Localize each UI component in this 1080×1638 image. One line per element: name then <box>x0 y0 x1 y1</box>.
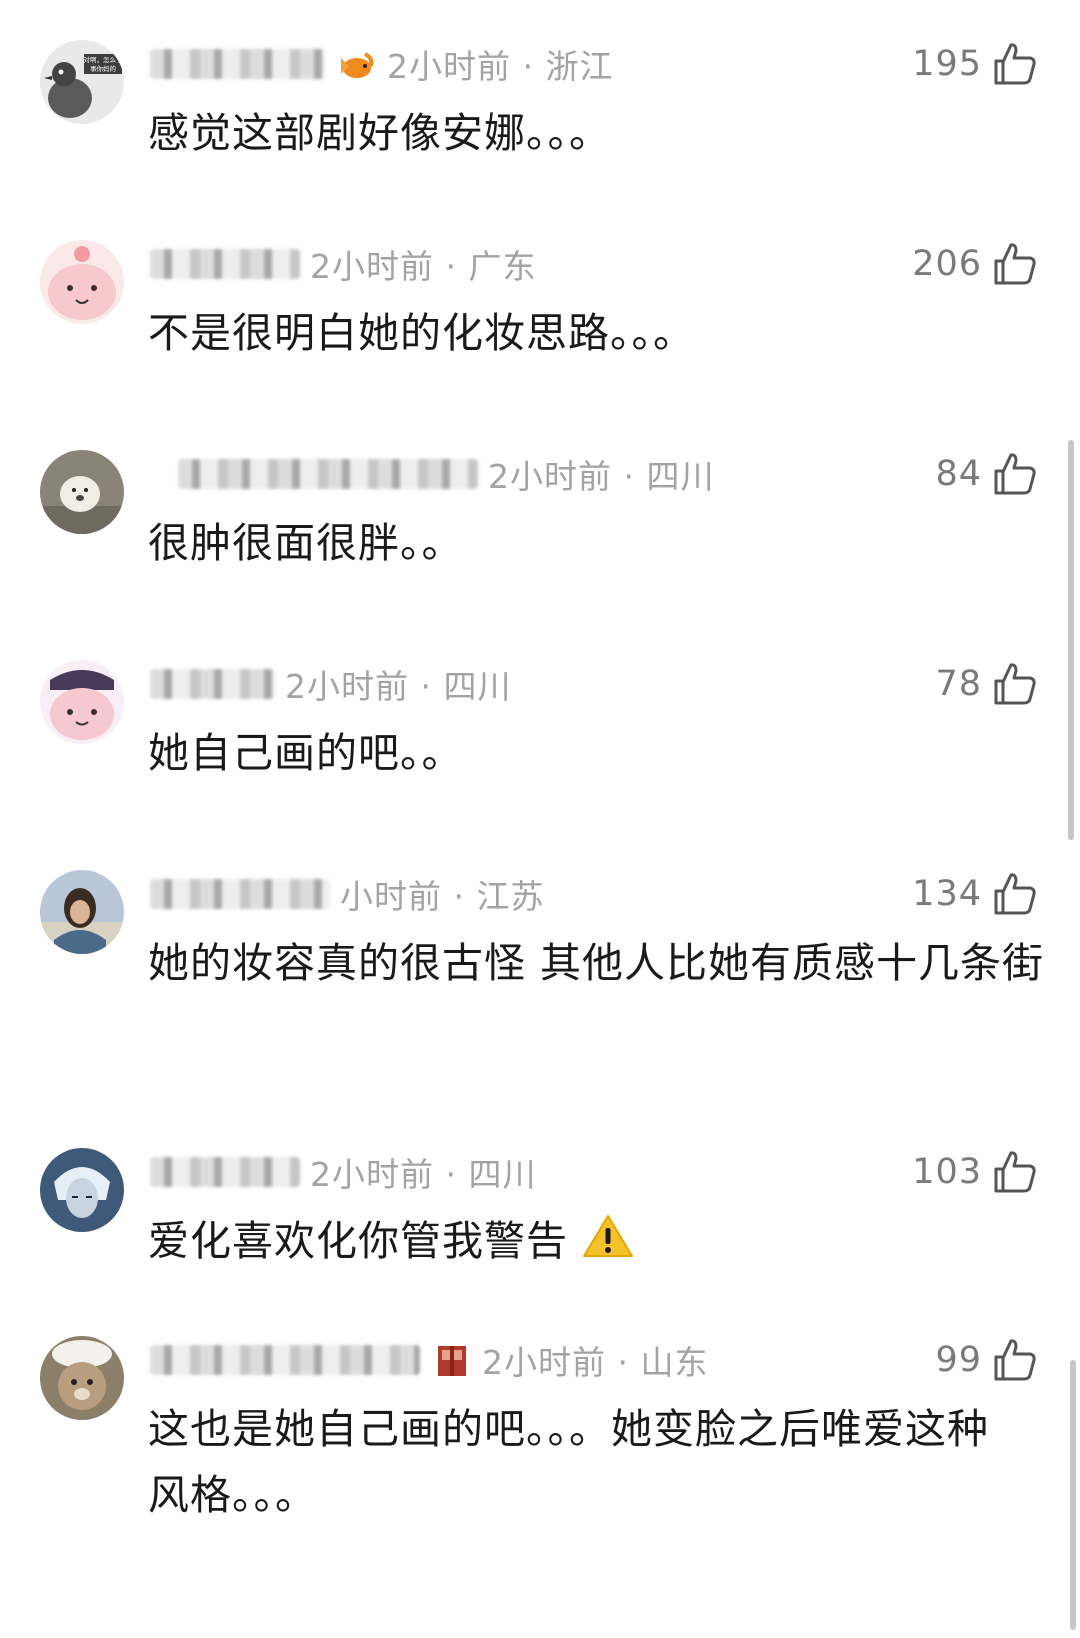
svg-text:事你妈的: 事你妈的 <box>90 64 117 73</box>
thumbs-up-icon <box>994 1339 1036 1381</box>
comment-meta: 2小时前 · 浙江 <box>150 42 613 86</box>
comment-text: 不是很明白她的化妆思路。。。 <box>148 309 695 357</box>
username-blurred[interactable] <box>178 459 478 489</box>
avatar-caption-text: 对啊，怎么了 <box>84 55 123 64</box>
bear-plush-avatar-icon[interactable] <box>40 1336 124 1420</box>
comment-time-location: 小时前 · 江苏 <box>340 877 545 916</box>
thumbs-up-icon <box>994 1151 1036 1193</box>
goldfish-badge-icon <box>335 44 379 84</box>
comment-list: 对啊，怎么了 事你妈的 2小时前 · 浙江 195 感觉这部剧好像安娜。。。 2… <box>0 0 1080 1638</box>
person-photo-avatar-icon[interactable] <box>40 870 124 954</box>
like-button[interactable]: 99 <box>935 1336 1038 1384</box>
comment-text: 爱化喜欢化你管我警告 <box>148 1208 1048 1274</box>
like-count: 84 <box>935 454 982 494</box>
like-count: 195 <box>912 44 982 84</box>
comment-time-location: 2小时前 · 山东 <box>482 1343 709 1382</box>
like-button[interactable]: 134 <box>912 870 1038 918</box>
comment-meta: 2小时前 · 四川 <box>150 662 511 706</box>
thumbs-up-icon <box>994 873 1036 915</box>
comment-text: 她自己画的吧。。 <box>148 729 464 777</box>
username-blurred[interactable] <box>150 879 330 909</box>
like-count: 206 <box>912 244 982 284</box>
thumbs-up-icon <box>994 243 1036 285</box>
comment-item: 小时前 · 江苏 134 她的妆容真的很古怪 其他人比她有质感十几条街 <box>0 830 1060 1108</box>
comment-meta: 2小时前 · 四川 <box>150 1150 536 1194</box>
comment-text-content: 爱化喜欢化你管我警告 <box>148 1217 568 1265</box>
pink-cartoon-avatar-icon[interactable] <box>40 660 124 744</box>
thumbs-up-icon <box>994 43 1036 85</box>
comment-time-location: 2小时前 · 四川 <box>488 457 715 496</box>
like-button[interactable]: 84 <box>935 450 1038 498</box>
like-count: 99 <box>935 1340 982 1380</box>
comment-meta: 2小时前 · 山东 <box>150 1338 708 1382</box>
comment-item: 2小时前 · 四川 84 很肿很面很胖。。 <box>0 410 1060 620</box>
username-blurred[interactable] <box>150 669 275 699</box>
comment-item: 对啊，怎么了 事你妈的 2小时前 · 浙江 195 感觉这部剧好像安娜。。。 <box>0 0 1060 200</box>
anime-avatar-icon[interactable] <box>40 1148 124 1232</box>
thumbs-up-icon <box>994 663 1036 705</box>
like-count: 78 <box>935 664 982 704</box>
scrollbar-thumb-lower[interactable] <box>1070 1360 1076 1630</box>
warning-icon <box>583 1215 634 1257</box>
comment-meta: 2小时前 · 广东 <box>150 242 536 286</box>
like-button[interactable]: 195 <box>912 40 1038 88</box>
username-blurred[interactable] <box>150 1345 420 1375</box>
like-button[interactable]: 206 <box>912 240 1038 288</box>
thumbs-up-icon <box>994 453 1036 495</box>
username-blurred[interactable] <box>150 249 300 279</box>
pink-cartoon-avatar-icon[interactable] <box>40 240 124 324</box>
comment-text: 这也是她自己画的吧。。。她变脸之后唯爱这种风格。。。 <box>148 1405 989 1519</box>
comment-time-location: 2小时前 · 四川 <box>285 667 512 706</box>
puppy-avatar-icon[interactable] <box>40 450 124 534</box>
comment-time-location: 2小时前 · 广东 <box>310 247 537 286</box>
scrollbar[interactable] <box>1068 440 1076 840</box>
comment-text: 感觉这部剧好像安娜。。。 <box>148 109 611 157</box>
comment-item: 2小时前 · 四川 78 她自己画的吧。。 <box>0 620 1060 830</box>
comment-time-location: 2小时前 · 四川 <box>310 1155 537 1194</box>
username-blurred[interactable] <box>150 1157 300 1187</box>
comment-text: 很肿很面很胖。。 <box>148 519 464 567</box>
comment-text: 她的妆容真的很古怪 其他人比她有质感十几条街 <box>148 939 1045 987</box>
red-gift-badge-icon <box>430 1340 474 1380</box>
comment-item: 2小时前 · 山东 99 这也是她自己画的吧。。。她变脸之后唯爱这种风格。。。 <box>0 1296 1060 1586</box>
comment-meta: 小时前 · 江苏 <box>150 872 544 916</box>
like-button[interactable]: 103 <box>912 1148 1038 1196</box>
username-blurred[interactable] <box>150 49 325 79</box>
comment-time-location: 2小时前 · 浙江 <box>387 47 614 86</box>
like-button[interactable]: 78 <box>935 660 1038 708</box>
like-count: 134 <box>912 874 982 914</box>
like-count: 103 <box>912 1152 982 1192</box>
comment-meta: 2小时前 · 四川 <box>150 452 714 496</box>
pigeon-avatar-icon[interactable]: 对啊，怎么了 事你妈的 <box>40 40 124 124</box>
scrollbar-thumb[interactable] <box>1068 440 1074 840</box>
comment-item: 2小时前 · 广东 206 不是很明白她的化妆思路。。。 <box>0 200 1060 410</box>
